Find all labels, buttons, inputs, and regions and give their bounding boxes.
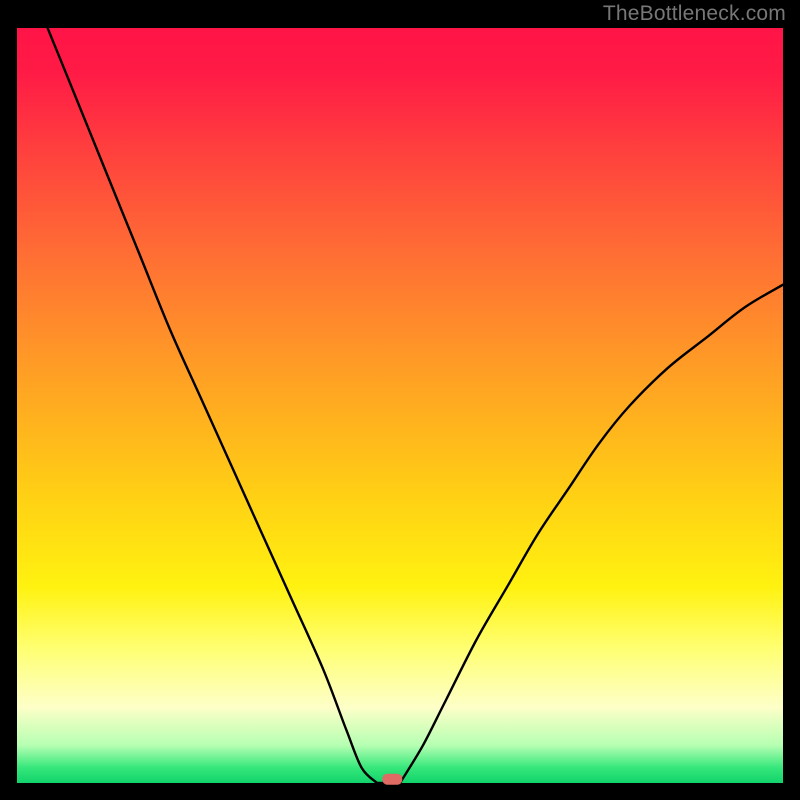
bottleneck-curve: [17, 28, 783, 783]
watermark-text: TheBottleneck.com: [603, 2, 786, 26]
plot-area: [17, 28, 783, 783]
chart-frame: TheBottleneck.com: [0, 0, 800, 800]
curve-path: [48, 28, 783, 786]
minimum-marker: [382, 774, 402, 785]
